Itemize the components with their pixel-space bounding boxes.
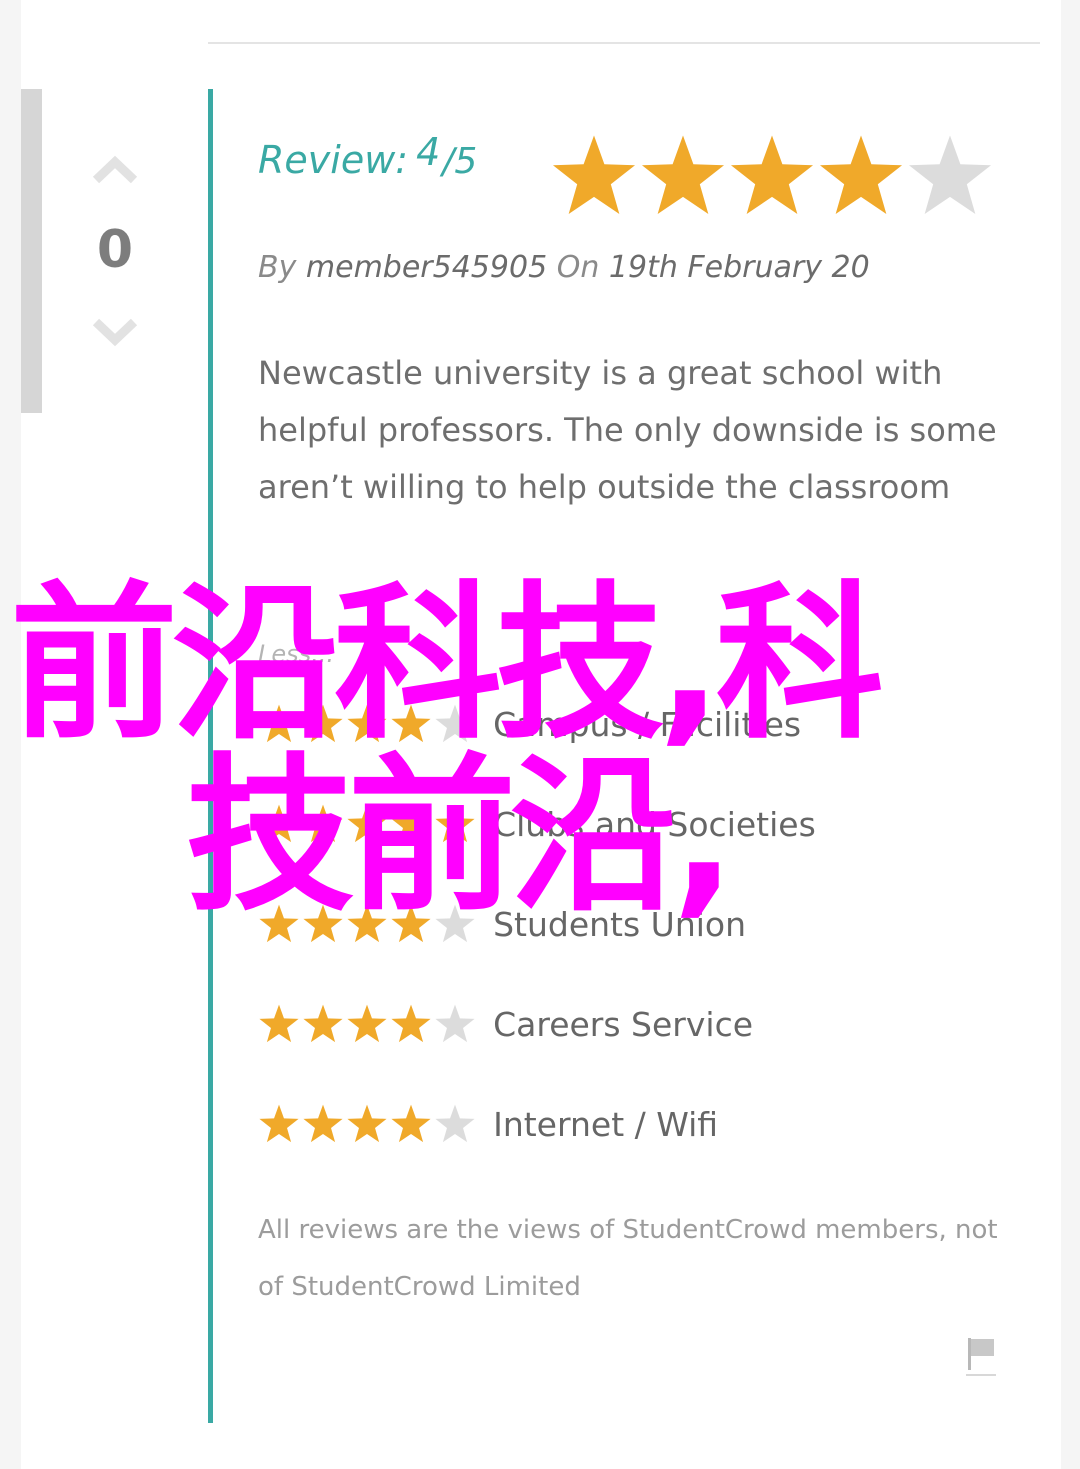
star-icon — [303, 804, 343, 843]
review-date: 19th February 20 — [608, 250, 870, 285]
divider — [208, 42, 1040, 44]
overall-star-rating — [550, 132, 995, 220]
category-label: Students Union — [493, 904, 747, 944]
star-icon — [435, 904, 475, 943]
star-icon — [435, 804, 475, 843]
star-icon — [730, 135, 814, 215]
by-label: By — [258, 250, 297, 285]
star-icon — [303, 1104, 343, 1143]
category-stars — [258, 1103, 478, 1145]
disclaimer: All reviews are the views of StudentCrow… — [258, 1215, 998, 1302]
report-button[interactable] — [962, 1334, 1002, 1378]
star-icon — [552, 135, 636, 215]
byline: By member545905 On 19th February 20 — [258, 250, 870, 285]
category-rating-row: Campus / Facilities — [258, 703, 801, 753]
upvote-button[interactable] — [90, 152, 140, 186]
star-icon — [303, 1004, 343, 1043]
star-icon — [259, 704, 299, 743]
star-icon — [259, 904, 299, 943]
author-name: member545905 — [305, 250, 548, 285]
star-icon — [819, 135, 903, 215]
star-icon — [391, 1104, 431, 1143]
star-icon — [259, 1004, 299, 1043]
star-icon — [641, 135, 725, 215]
downvote-button[interactable] — [90, 316, 140, 350]
star-icon — [347, 904, 387, 943]
star-icon — [347, 704, 387, 743]
category-label: Careers Service — [493, 1004, 754, 1044]
star-icon — [391, 1004, 431, 1043]
star-icon — [391, 704, 431, 743]
review-score: 4 — [416, 130, 441, 174]
star-icon — [347, 1004, 387, 1043]
star-icon — [435, 1004, 475, 1043]
review-out-of: /5 — [442, 141, 478, 182]
category-label: Campus / Facilities — [493, 704, 802, 744]
star-icon — [259, 1104, 299, 1143]
less-link[interactable]: Less... — [258, 640, 334, 668]
category-stars — [258, 1003, 478, 1045]
category-stars — [258, 703, 478, 745]
star-icon — [908, 135, 992, 215]
accent-line — [208, 89, 213, 1423]
category-rating-row: Internet / Wifi — [258, 1103, 718, 1153]
star-icon — [303, 904, 343, 943]
star-icon — [391, 904, 431, 943]
category-rating-row: Students Union — [258, 903, 746, 953]
chevron-down-icon — [92, 318, 138, 347]
on-label: On — [556, 250, 600, 285]
review-text: Newcastle university is a great school w… — [258, 354, 997, 506]
category-stars — [258, 803, 478, 845]
star-icon — [259, 804, 299, 843]
star-icon — [347, 1104, 387, 1143]
star-icon — [347, 804, 387, 843]
star-icon — [435, 1104, 475, 1143]
vote-bar — [21, 89, 42, 413]
flag-icon — [966, 1338, 996, 1376]
category-label: Internet / Wifi — [493, 1104, 719, 1144]
category-label: Clubs and Societies — [493, 804, 816, 844]
category-rating-row: Clubs and Societies — [258, 803, 816, 853]
star-icon — [391, 804, 431, 843]
chevron-up-icon — [92, 155, 138, 184]
category-rating-row: Careers Service — [258, 1003, 753, 1053]
review-title: Review: 4/5 — [258, 130, 478, 198]
star-icon — [303, 704, 343, 743]
vote-count: 0 — [96, 220, 134, 280]
category-stars — [258, 903, 478, 945]
star-icon — [435, 704, 475, 743]
review-label: Review: — [258, 138, 409, 182]
